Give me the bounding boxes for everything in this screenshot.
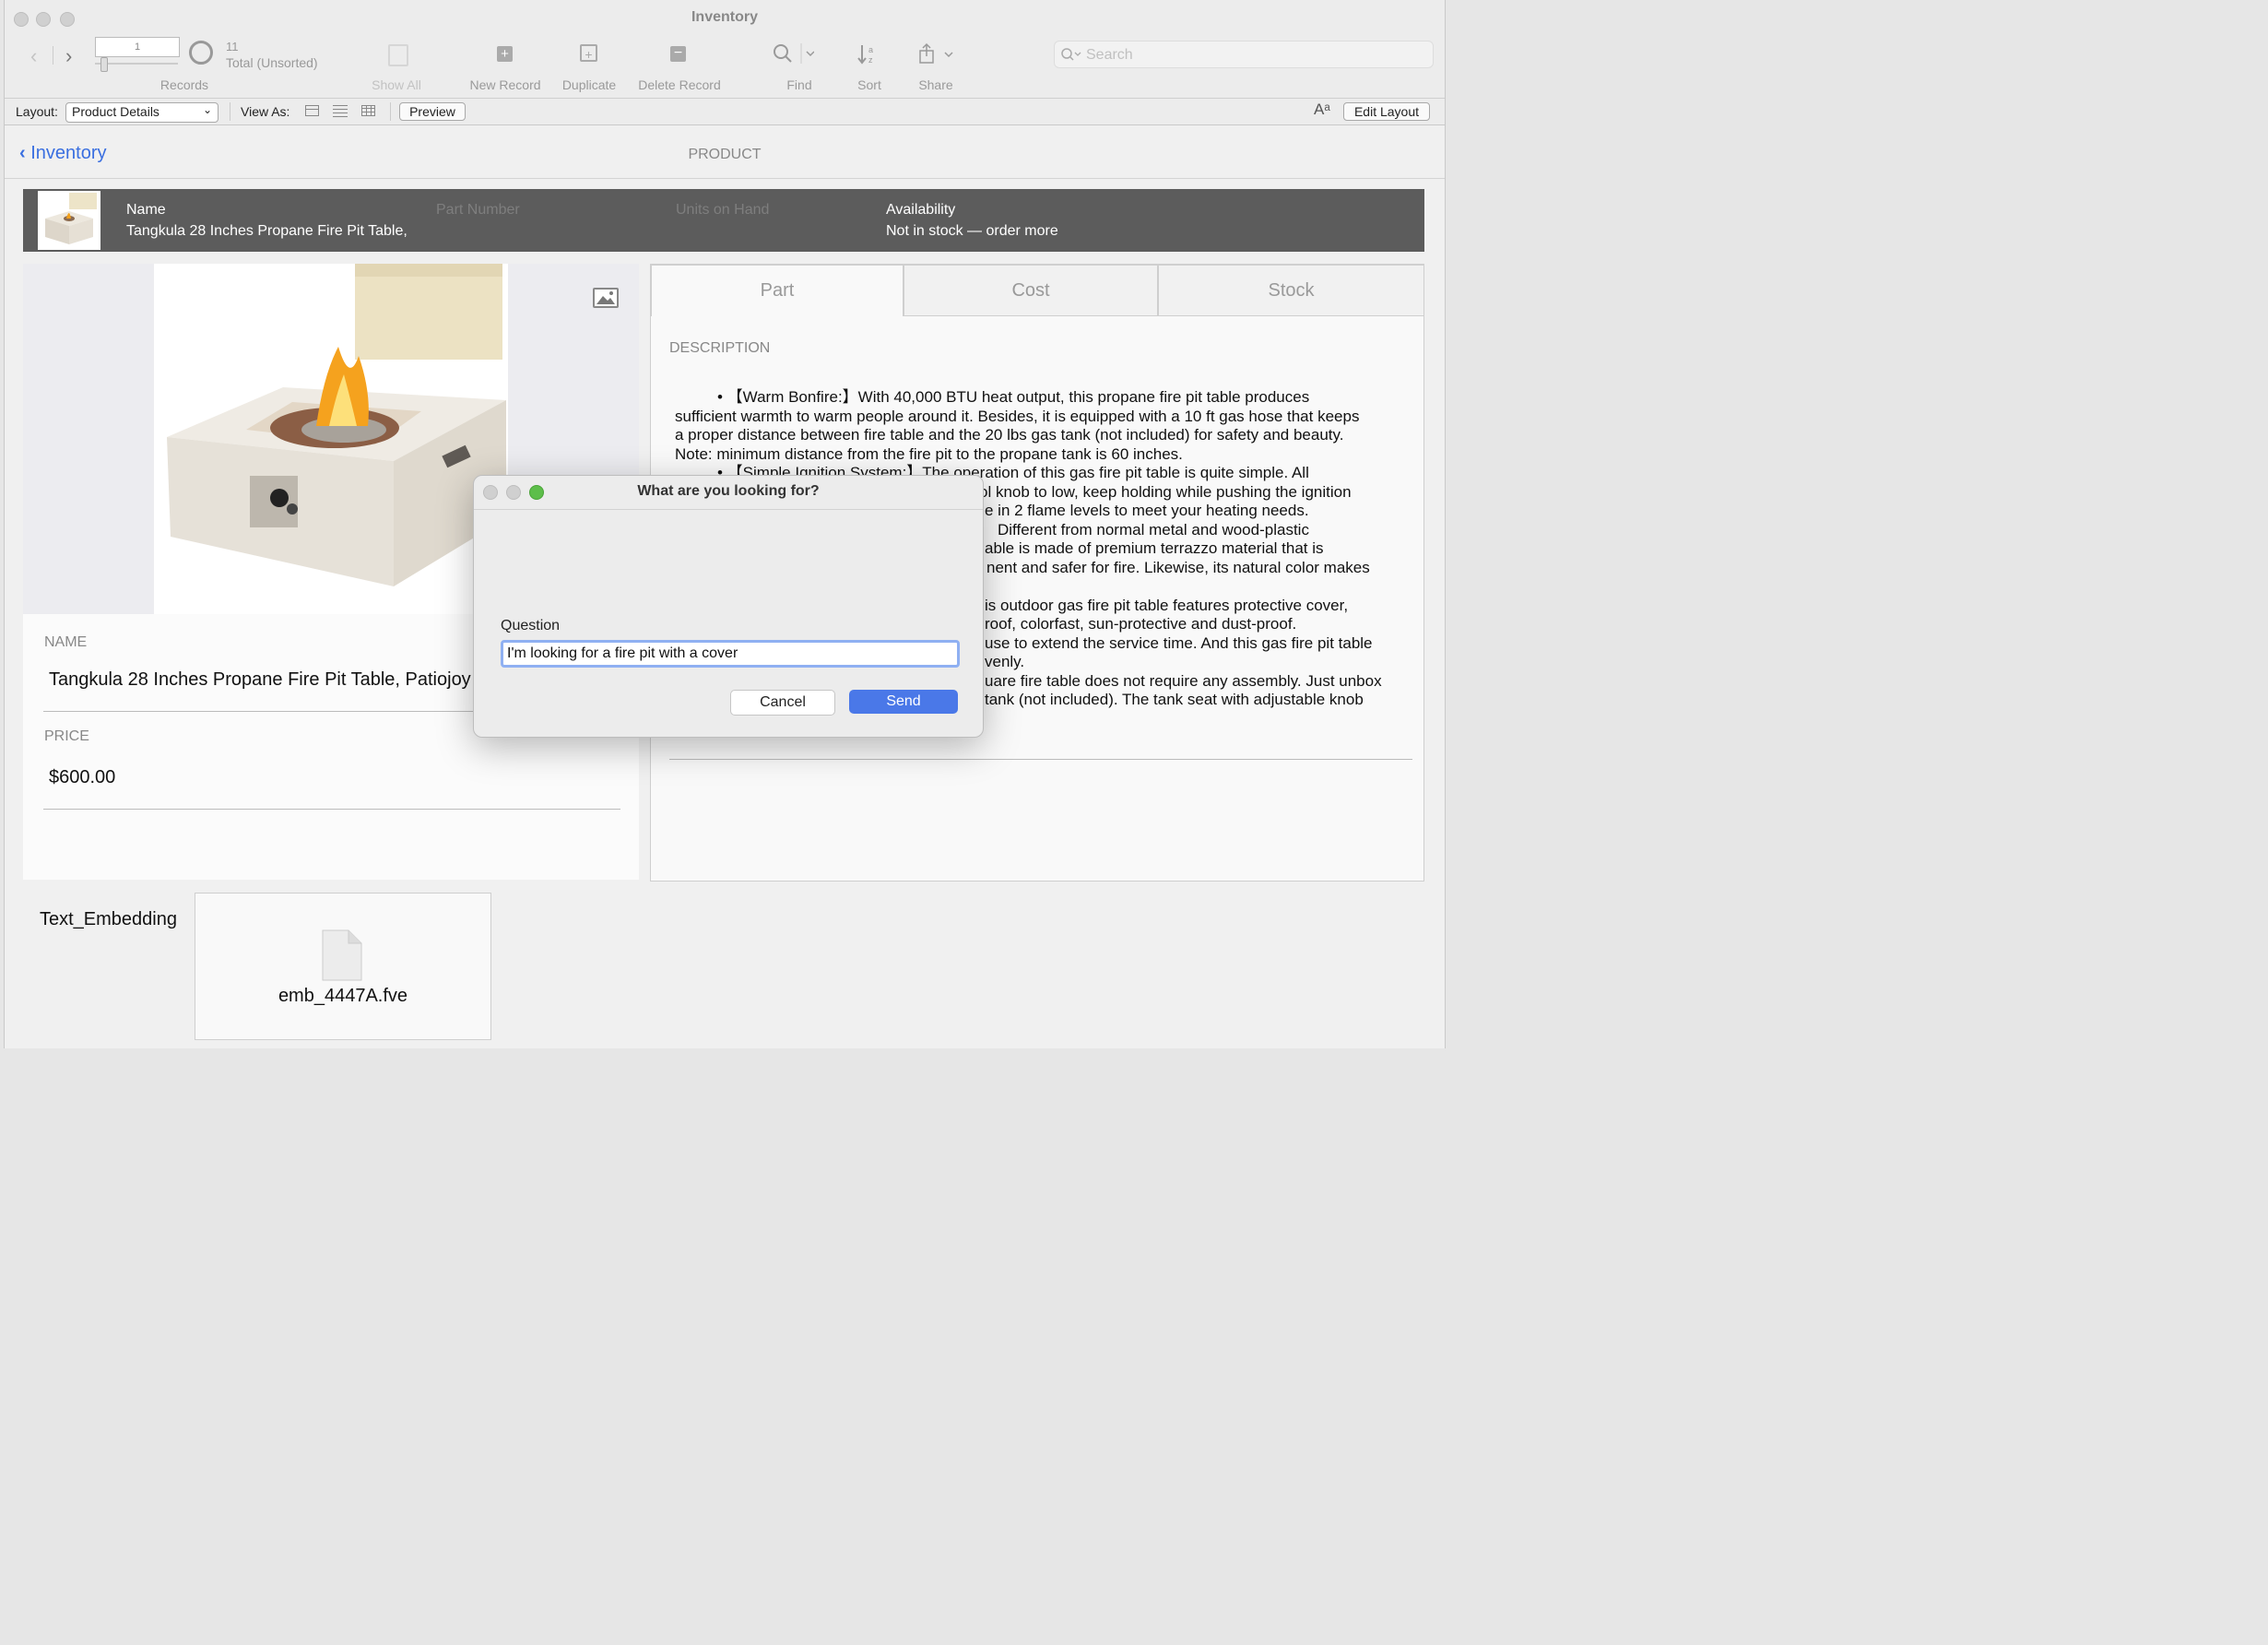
new-record-icon[interactable]: +: [497, 46, 513, 62]
layout-divider-2: [390, 102, 391, 121]
total-label: Total (Unsorted): [226, 55, 318, 70]
cancel-button[interactable]: Cancel: [730, 690, 835, 716]
dialog-title: What are you looking for?: [637, 483, 820, 499]
view-as-label: View As:: [241, 104, 290, 119]
find-button[interactable]: Find: [772, 77, 827, 92]
text-embedding-container[interactable]: emb_4447A.fve: [195, 893, 491, 1040]
duplicate-icon[interactable]: +: [580, 44, 597, 62]
header-name-label: Name: [126, 202, 166, 218]
product-photo[interactable]: [154, 264, 508, 614]
window-title: Inventory: [691, 9, 758, 25]
tab-stock[interactable]: Stock: [1158, 265, 1424, 316]
layout-bar: Layout: Product Details ⌄ View As: Previ…: [5, 99, 1445, 125]
list-view-icon[interactable]: [333, 105, 348, 117]
question-dialog: What are you looking for? Question I'm l…: [473, 475, 984, 738]
new-record-button[interactable]: New Record: [463, 77, 548, 92]
svg-text:z: z: [868, 55, 873, 65]
share-icon[interactable]: [917, 42, 958, 71]
description-underline: [669, 759, 1412, 760]
records-label: Records: [159, 77, 209, 92]
text-embedding-label: Text_Embedding: [40, 909, 177, 929]
search-field[interactable]: Search: [1054, 41, 1434, 68]
header-availability-label: Availability: [886, 202, 956, 218]
price-field-label: PRICE: [44, 728, 89, 744]
find-icon[interactable]: [772, 41, 815, 72]
record-header: Name Tangkula 28 Inches Propane Fire Pit…: [23, 189, 1424, 252]
svg-text:a: a: [868, 45, 873, 54]
price-field[interactable]: $600.00: [43, 767, 620, 810]
header-availability-value: Not in stock — order more: [886, 223, 1058, 239]
tab-part[interactable]: Part: [651, 265, 904, 316]
show-all-icon: [388, 44, 408, 66]
toolbar: Inventory ‹ › 1 11 Total (Unsorted) Reco…: [5, 0, 1445, 99]
header-units-label: Units on Hand: [676, 202, 770, 218]
description-line: a proper distance between fire table and…: [675, 426, 1344, 444]
name-field-label: NAME: [44, 634, 88, 650]
total-count: 11: [226, 40, 239, 53]
send-button[interactable]: Send: [849, 690, 958, 714]
section-title: PRODUCT: [688, 147, 762, 162]
record-slider-handle[interactable]: [100, 57, 108, 72]
record-number-field[interactable]: 1: [95, 37, 180, 57]
question-input[interactable]: I'm looking for a fire pit with a cover: [501, 640, 960, 668]
document-icon: [321, 929, 363, 987]
preview-button[interactable]: Preview: [399, 102, 466, 121]
embedding-file-name: emb_4447A.fve: [278, 986, 408, 1006]
previous-record-icon[interactable]: ‹: [30, 44, 37, 68]
show-all-button[interactable]: Show All: [360, 77, 433, 92]
layout-select[interactable]: Product Details ⌄: [65, 102, 219, 123]
product-thumbnail: [38, 191, 100, 250]
form-view-icon[interactable]: [305, 105, 319, 116]
delete-record-button[interactable]: Delete Record: [632, 77, 727, 92]
chevron-down-icon: ⌄: [202, 103, 212, 116]
layout-select-value: Product Details: [72, 104, 159, 119]
sort-button[interactable]: Sort: [842, 77, 897, 92]
question-label: Question: [501, 618, 561, 633]
image-icon[interactable]: [593, 288, 619, 308]
content-nav: ‹ Inventory PRODUCT: [5, 126, 1445, 179]
description-line: • 【Warm Bonfire:】With 40,000 BTU heat ou…: [717, 388, 1310, 406]
header-part-number-label: Part Number: [436, 202, 520, 218]
search-placeholder: Search: [1086, 47, 1133, 63]
header-name-value: Tangkula 28 Inches Propane Fire Pit Tabl…: [126, 223, 408, 239]
tab-cost[interactable]: Cost: [904, 265, 1158, 316]
font-size-icon[interactable]: Aᵃ: [1314, 101, 1330, 119]
next-record-icon[interactable]: ›: [65, 44, 72, 68]
layout-label: Layout:: [16, 104, 58, 119]
share-button[interactable]: Share: [908, 77, 963, 92]
description-label: DESCRIPTION: [669, 340, 771, 356]
description-line: Note: minimum distance from the fire pit…: [675, 444, 1183, 463]
record-pie-icon: [189, 41, 213, 65]
search-icon: [1060, 46, 1082, 67]
delete-record-icon[interactable]: −: [670, 46, 686, 62]
edit-layout-button[interactable]: Edit Layout: [1343, 102, 1430, 121]
dialog-title-divider: [474, 509, 983, 510]
table-view-icon[interactable]: [361, 105, 375, 116]
sort-icon[interactable]: az: [856, 42, 879, 71]
description-line: sufficient warmth to warm people around …: [675, 407, 1360, 425]
duplicate-button[interactable]: Duplicate: [556, 77, 622, 92]
